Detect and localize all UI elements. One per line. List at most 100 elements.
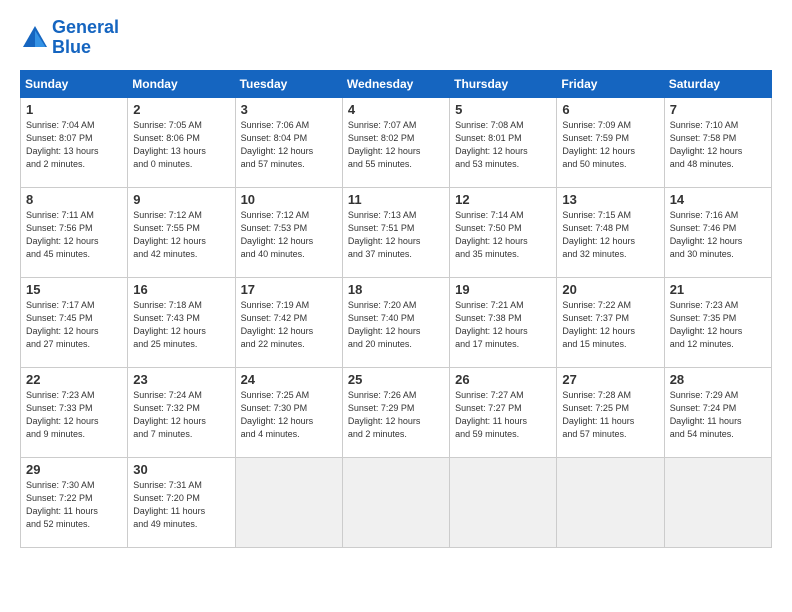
day-number: 21 <box>670 282 767 297</box>
day-info: Sunrise: 7:23 AM Sunset: 7:35 PM Dayligh… <box>670 299 767 351</box>
day-info: Sunrise: 7:13 AM Sunset: 7:51 PM Dayligh… <box>348 209 445 261</box>
day-info: Sunrise: 7:12 AM Sunset: 7:55 PM Dayligh… <box>133 209 230 261</box>
calendar-cell: 12 Sunrise: 7:14 AM Sunset: 7:50 PM Dayli… <box>450 187 557 277</box>
calendar-cell: 6 Sunrise: 7:09 AM Sunset: 7:59 PM Daylig… <box>557 97 664 187</box>
day-number: 19 <box>455 282 552 297</box>
day-number: 24 <box>241 372 338 387</box>
page: General Blue SundayMondayTuesdayWednesda… <box>0 0 792 558</box>
day-number: 6 <box>562 102 659 117</box>
calendar-cell: 4 Sunrise: 7:07 AM Sunset: 8:02 PM Daylig… <box>342 97 449 187</box>
day-info: Sunrise: 7:11 AM Sunset: 7:56 PM Dayligh… <box>26 209 123 261</box>
week-row-4: 22 Sunrise: 7:23 AM Sunset: 7:33 PM Dayli… <box>21 367 772 457</box>
day-number: 7 <box>670 102 767 117</box>
logo-text: General Blue <box>52 18 119 58</box>
day-number: 1 <box>26 102 123 117</box>
calendar-cell <box>664 457 771 547</box>
day-info: Sunrise: 7:08 AM Sunset: 8:01 PM Dayligh… <box>455 119 552 171</box>
day-info: Sunrise: 7:15 AM Sunset: 7:48 PM Dayligh… <box>562 209 659 261</box>
calendar-cell <box>235 457 342 547</box>
col-header-wednesday: Wednesday <box>342 70 449 97</box>
day-number: 23 <box>133 372 230 387</box>
day-number: 5 <box>455 102 552 117</box>
calendar-cell: 24 Sunrise: 7:25 AM Sunset: 7:30 PM Dayli… <box>235 367 342 457</box>
calendar-cell <box>450 457 557 547</box>
calendar-cell: 28Sunrise: 7:29 AM Sunset: 7:24 PM Dayli… <box>664 367 771 457</box>
day-info: Sunrise: 7:31 AM Sunset: 7:20 PM Dayligh… <box>133 479 230 531</box>
day-info: Sunrise: 7:20 AM Sunset: 7:40 PM Dayligh… <box>348 299 445 351</box>
calendar-cell: 9Sunrise: 7:12 AM Sunset: 7:55 PM Daylig… <box>128 187 235 277</box>
day-number: 11 <box>348 192 445 207</box>
calendar-table: SundayMondayTuesdayWednesdayThursdayFrid… <box>20 70 772 548</box>
day-info: Sunrise: 7:17 AM Sunset: 7:45 PM Dayligh… <box>26 299 123 351</box>
day-info: Sunrise: 7:23 AM Sunset: 7:33 PM Dayligh… <box>26 389 123 441</box>
day-number: 17 <box>241 282 338 297</box>
day-number: 13 <box>562 192 659 207</box>
day-info: Sunrise: 7:19 AM Sunset: 7:42 PM Dayligh… <box>241 299 338 351</box>
header: General Blue <box>20 18 772 58</box>
calendar-cell: 18 Sunrise: 7:20 AM Sunset: 7:40 PM Dayli… <box>342 277 449 367</box>
col-header-friday: Friday <box>557 70 664 97</box>
day-info: Sunrise: 7:06 AM Sunset: 8:04 PM Dayligh… <box>241 119 338 171</box>
day-number: 16 <box>133 282 230 297</box>
calendar-cell: 21 Sunrise: 7:23 AM Sunset: 7:35 PM Dayli… <box>664 277 771 367</box>
calendar-header-row: SundayMondayTuesdayWednesdayThursdayFrid… <box>21 70 772 97</box>
day-info: Sunrise: 7:10 AM Sunset: 7:58 PM Dayligh… <box>670 119 767 171</box>
calendar-cell: 13 Sunrise: 7:15 AM Sunset: 7:48 PM Dayli… <box>557 187 664 277</box>
day-number: 8 <box>26 192 123 207</box>
day-number: 2 <box>133 102 230 117</box>
calendar-cell: 8 Sunrise: 7:11 AM Sunset: 7:56 PM Daylig… <box>21 187 128 277</box>
day-number: 12 <box>455 192 552 207</box>
logo-icon <box>20 23 50 53</box>
day-info: Sunrise: 7:18 AM Sunset: 7:43 PM Dayligh… <box>133 299 230 351</box>
day-number: 15 <box>26 282 123 297</box>
day-number: 28 <box>670 372 767 387</box>
calendar-cell: 26 Sunrise: 7:27 AM Sunset: 7:27 PM Dayli… <box>450 367 557 457</box>
day-number: 29 <box>26 462 123 477</box>
col-header-monday: Monday <box>128 70 235 97</box>
week-row-3: 15 Sunrise: 7:17 AM Sunset: 7:45 PM Dayli… <box>21 277 772 367</box>
calendar-cell: 3 Sunrise: 7:06 AM Sunset: 8:04 PM Daylig… <box>235 97 342 187</box>
day-number: 18 <box>348 282 445 297</box>
calendar-cell: 20Sunrise: 7:22 AM Sunset: 7:37 PM Dayli… <box>557 277 664 367</box>
calendar-cell: 19 Sunrise: 7:21 AM Sunset: 7:38 PM Dayli… <box>450 277 557 367</box>
day-number: 25 <box>348 372 445 387</box>
day-number: 22 <box>26 372 123 387</box>
day-info: Sunrise: 7:24 AM Sunset: 7:32 PM Dayligh… <box>133 389 230 441</box>
calendar-cell: 10Sunrise: 7:12 AM Sunset: 7:53 PM Dayli… <box>235 187 342 277</box>
calendar-cell: 25 Sunrise: 7:26 AM Sunset: 7:29 PM Dayli… <box>342 367 449 457</box>
logo: General Blue <box>20 18 119 58</box>
day-info: Sunrise: 7:05 AM Sunset: 8:06 PM Dayligh… <box>133 119 230 171</box>
week-row-5: 29 Sunrise: 7:30 AM Sunset: 7:22 PM Dayli… <box>21 457 772 547</box>
day-number: 3 <box>241 102 338 117</box>
week-row-2: 8 Sunrise: 7:11 AM Sunset: 7:56 PM Daylig… <box>21 187 772 277</box>
calendar-cell: 29 Sunrise: 7:30 AM Sunset: 7:22 PM Dayli… <box>21 457 128 547</box>
calendar-cell: 14Sunrise: 7:16 AM Sunset: 7:46 PM Dayli… <box>664 187 771 277</box>
calendar-cell: 2 Sunrise: 7:05 AM Sunset: 8:06 PM Daylig… <box>128 97 235 187</box>
day-number: 26 <box>455 372 552 387</box>
day-number: 27 <box>562 372 659 387</box>
calendar-cell <box>342 457 449 547</box>
day-info: Sunrise: 7:21 AM Sunset: 7:38 PM Dayligh… <box>455 299 552 351</box>
day-info: Sunrise: 7:09 AM Sunset: 7:59 PM Dayligh… <box>562 119 659 171</box>
day-info: Sunrise: 7:14 AM Sunset: 7:50 PM Dayligh… <box>455 209 552 261</box>
day-number: 4 <box>348 102 445 117</box>
day-info: Sunrise: 7:30 AM Sunset: 7:22 PM Dayligh… <box>26 479 123 531</box>
calendar-cell: 15 Sunrise: 7:17 AM Sunset: 7:45 PM Dayli… <box>21 277 128 367</box>
day-info: Sunrise: 7:16 AM Sunset: 7:46 PM Dayligh… <box>670 209 767 261</box>
calendar-cell: 22 Sunrise: 7:23 AM Sunset: 7:33 PM Dayli… <box>21 367 128 457</box>
day-info: Sunrise: 7:26 AM Sunset: 7:29 PM Dayligh… <box>348 389 445 441</box>
col-header-thursday: Thursday <box>450 70 557 97</box>
day-info: Sunrise: 7:28 AM Sunset: 7:25 PM Dayligh… <box>562 389 659 441</box>
calendar-cell <box>557 457 664 547</box>
day-info: Sunrise: 7:27 AM Sunset: 7:27 PM Dayligh… <box>455 389 552 441</box>
day-number: 30 <box>133 462 230 477</box>
calendar-cell: 7 Sunrise: 7:10 AM Sunset: 7:58 PM Daylig… <box>664 97 771 187</box>
day-info: Sunrise: 7:25 AM Sunset: 7:30 PM Dayligh… <box>241 389 338 441</box>
day-info: Sunrise: 7:07 AM Sunset: 8:02 PM Dayligh… <box>348 119 445 171</box>
day-info: Sunrise: 7:12 AM Sunset: 7:53 PM Dayligh… <box>241 209 338 261</box>
calendar-cell: 17 Sunrise: 7:19 AM Sunset: 7:42 PM Dayli… <box>235 277 342 367</box>
day-info: Sunrise: 7:22 AM Sunset: 7:37 PM Dayligh… <box>562 299 659 351</box>
calendar-cell: 5 Sunrise: 7:08 AM Sunset: 8:01 PM Daylig… <box>450 97 557 187</box>
calendar-cell: 27 Sunrise: 7:28 AM Sunset: 7:25 PM Dayli… <box>557 367 664 457</box>
calendar-cell: 23 Sunrise: 7:24 AM Sunset: 7:32 PM Dayli… <box>128 367 235 457</box>
